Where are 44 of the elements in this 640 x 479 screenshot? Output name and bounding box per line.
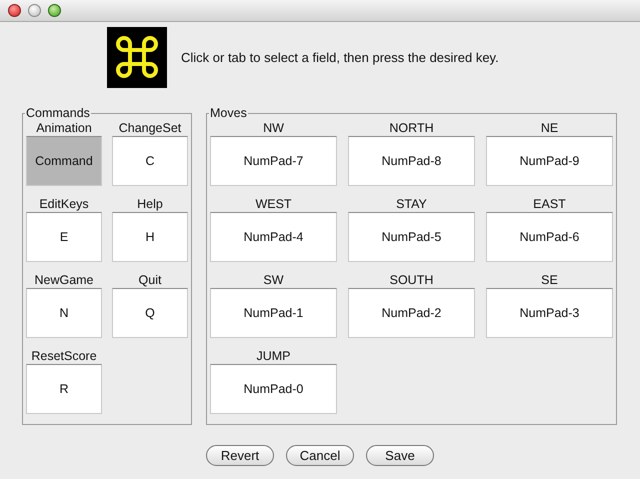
field-label: NewGame [34,272,94,288]
key-field[interactable]: Q [112,288,188,338]
key-field[interactable]: C [112,136,188,186]
key-field[interactable]: NumPad-3 [486,288,613,338]
field-label: JUMP [256,348,291,364]
key-field[interactable]: Command [26,136,102,186]
key-field[interactable]: R [26,364,102,414]
group-title: Commands [25,106,91,120]
key-field[interactable]: NumPad-8 [348,136,475,186]
field-label: SW [263,272,284,288]
zoom-icon[interactable] [48,4,61,17]
key-field[interactable]: N [26,288,102,338]
dialog-button[interactable]: Revert [206,445,274,466]
field-label: SOUTH [390,272,434,288]
field-label: Animation [36,120,92,136]
key-field[interactable]: NumPad-0 [210,364,337,414]
key-field[interactable]: NumPad-6 [486,212,613,262]
key-field[interactable]: NumPad-2 [348,288,475,338]
field-label: EAST [533,196,566,212]
field-label: Help [137,196,163,212]
field-label: SE [541,272,558,288]
instruction-text: Click or tab to select a field, then press the desired key. [181,48,499,67]
dialog-button[interactable]: Save [366,445,434,466]
key-field[interactable]: H [112,212,188,262]
field-label: ChangeSet [118,120,182,136]
group-title: Moves [209,106,248,120]
minimize-icon[interactable] [28,4,41,17]
field-label: NORTH [389,120,434,136]
dialog-button[interactable]: Cancel [286,445,354,466]
field-label: NW [263,120,284,136]
close-icon[interactable] [8,4,21,17]
key-field[interactable]: NumPad-5 [348,212,475,262]
field-label: Quit [138,272,162,288]
field-label: STAY [396,196,427,212]
field-label: WEST [255,196,292,212]
key-field[interactable]: NumPad-4 [210,212,337,262]
field-label: NE [540,120,558,136]
command-key-icon [107,27,167,88]
key-field[interactable]: NumPad-7 [210,136,337,186]
key-field[interactable]: E [26,212,102,262]
field-label: ResetScore [31,348,97,364]
field-label: EditKeys [39,196,89,212]
key-field[interactable]: NumPad-9 [486,136,613,186]
key-field[interactable]: NumPad-1 [210,288,337,338]
